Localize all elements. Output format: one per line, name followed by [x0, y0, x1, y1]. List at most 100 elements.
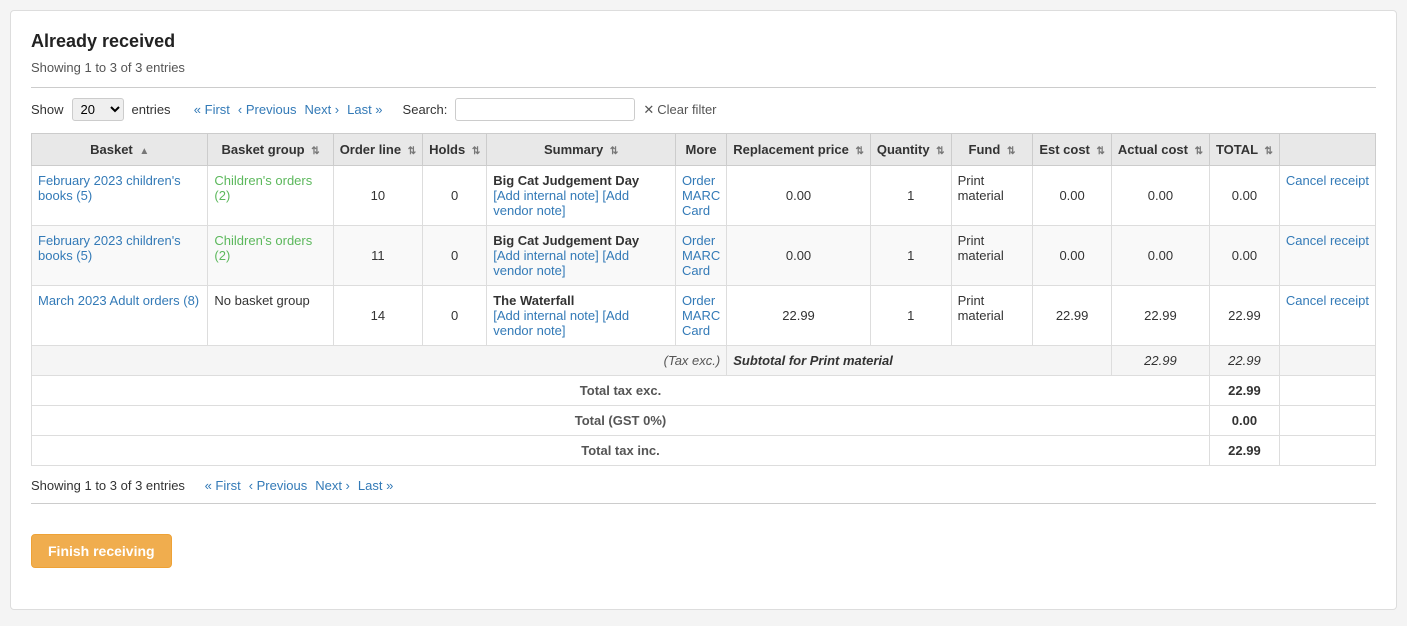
cell-basket: February 2023 children's books (5) — [32, 226, 208, 286]
cell-holds: 0 — [423, 286, 487, 346]
subtotal-label: Subtotal for Print material — [727, 346, 1112, 376]
col-replacement-price[interactable]: Replacement price ⇅ — [727, 134, 871, 166]
cell-actual-cost: 22.99 — [1111, 286, 1209, 346]
search-input[interactable] — [455, 98, 635, 121]
clear-filter-button[interactable]: ✕ Clear filter — [643, 102, 716, 118]
cell-est-cost: 0.00 — [1033, 166, 1112, 226]
cell-basket: March 2023 Adult orders (8) — [32, 286, 208, 346]
show-select[interactable]: 10 20 50 100 — [72, 98, 124, 121]
cell-replacement-price: 0.00 — [727, 166, 871, 226]
nav-first-top[interactable]: « First — [194, 102, 230, 117]
subtotal-est-cost: 22.99 — [1111, 346, 1209, 376]
col-fund[interactable]: Fund ⇅ — [951, 134, 1033, 166]
total-label: Total tax inc. — [32, 436, 1210, 466]
col-est-cost[interactable]: Est cost ⇅ — [1033, 134, 1112, 166]
col-total[interactable]: TOTAL ⇅ — [1209, 134, 1279, 166]
sort-icon-total: ⇅ — [1264, 146, 1272, 157]
cell-action: Cancel receipt — [1279, 166, 1375, 226]
nav-previous-bottom[interactable]: ‹ Previous — [249, 478, 308, 493]
x-icon: ✕ — [643, 102, 654, 118]
sort-icon-summary: ⇅ — [610, 146, 618, 157]
cell-basket: February 2023 children's books (5) — [32, 166, 208, 226]
basket-link[interactable]: February 2023 children's books (5) — [38, 173, 181, 203]
nav-next-top[interactable]: Next › — [304, 102, 339, 117]
basket-group-link[interactable]: Children's orders (2) — [214, 173, 312, 203]
more-card-link[interactable]: Card — [682, 263, 710, 278]
nav-last-top[interactable]: Last » — [347, 102, 382, 117]
nav-first-bottom[interactable]: « First — [205, 478, 241, 493]
cell-quantity: 1 — [870, 286, 951, 346]
cell-action: Cancel receipt — [1279, 286, 1375, 346]
cell-fund: Print material — [951, 226, 1033, 286]
total-value: 0.00 — [1209, 406, 1279, 436]
show-label: Show — [31, 102, 64, 117]
more-card-link[interactable]: Card — [682, 323, 710, 338]
table-row: February 2023 children's books (5) Childr… — [32, 226, 1376, 286]
cell-order-line: 10 — [333, 166, 422, 226]
cancel-receipt-link[interactable]: Cancel receipt — [1286, 293, 1369, 308]
cell-action: Cancel receipt — [1279, 226, 1375, 286]
cell-order-line: 14 — [333, 286, 422, 346]
more-marc-link[interactable]: MARC — [682, 308, 720, 323]
total-label: Total tax exc. — [32, 376, 1210, 406]
sort-icon-fund: ⇅ — [1007, 146, 1015, 157]
nav-previous-top[interactable]: ‹ Previous — [238, 102, 297, 117]
col-summary[interactable]: Summary ⇅ — [487, 134, 676, 166]
more-order-link[interactable]: Order — [682, 173, 715, 188]
add-internal-note-link[interactable]: [Add internal note] — [493, 248, 599, 263]
cell-replacement-price: 22.99 — [727, 286, 871, 346]
receipts-table: Basket ▲ Basket group ⇅ Order line ⇅ Hol… — [31, 133, 1376, 466]
cell-holds: 0 — [423, 166, 487, 226]
col-order-line[interactable]: Order line ⇅ — [333, 134, 422, 166]
nav-next-bottom[interactable]: Next › — [315, 478, 350, 493]
cell-actual-cost: 0.00 — [1111, 166, 1209, 226]
cell-summary: Big Cat Judgement Day [Add internal note… — [487, 226, 676, 286]
sort-icon-basket-group: ⇅ — [311, 146, 319, 157]
basket-link[interactable]: February 2023 children's books (5) — [38, 233, 181, 263]
cancel-receipt-link[interactable]: Cancel receipt — [1286, 173, 1369, 188]
sort-icon-basket: ▲ — [139, 146, 149, 157]
cell-est-cost: 22.99 — [1033, 286, 1112, 346]
more-card-link[interactable]: Card — [682, 203, 710, 218]
cell-basket-group: No basket group — [208, 286, 333, 346]
bottom-divider — [31, 503, 1376, 504]
more-order-link[interactable]: Order — [682, 293, 715, 308]
cell-quantity: 1 — [870, 166, 951, 226]
page-title: Already received — [31, 31, 1376, 52]
cell-more: Order MARC Card — [675, 226, 726, 286]
add-internal-note-link[interactable]: [Add internal note] — [493, 188, 599, 203]
cell-more: Order MARC Card — [675, 166, 726, 226]
table-row: February 2023 children's books (5) Childr… — [32, 166, 1376, 226]
top-divider — [31, 87, 1376, 88]
cell-more: Order MARC Card — [675, 286, 726, 346]
showing-info-bottom: Showing 1 to 3 of 3 entries — [31, 478, 185, 493]
col-quantity[interactable]: Quantity ⇅ — [870, 134, 951, 166]
entries-label: entries — [132, 102, 171, 117]
sort-icon-actual-cost: ⇅ — [1195, 146, 1203, 157]
basket-link[interactable]: March 2023 Adult orders (8) — [38, 293, 199, 308]
col-basket-group[interactable]: Basket group ⇅ — [208, 134, 333, 166]
cell-basket-group: Children's orders (2) — [208, 226, 333, 286]
cell-total: 0.00 — [1209, 226, 1279, 286]
finish-receiving-button[interactable]: Finish receiving — [31, 534, 172, 568]
cell-total: 22.99 — [1209, 286, 1279, 346]
cell-order-line: 11 — [333, 226, 422, 286]
summary-title: Big Cat Judgement Day — [493, 233, 639, 248]
more-marc-link[interactable]: MARC — [682, 188, 720, 203]
add-internal-note-link[interactable]: [Add internal note] — [493, 308, 599, 323]
col-basket[interactable]: Basket ▲ — [32, 134, 208, 166]
col-holds[interactable]: Holds ⇅ — [423, 134, 487, 166]
cell-summary: The Waterfall [Add internal note] [Add v… — [487, 286, 676, 346]
subtotal-row: (Tax exc.) Subtotal for Print material 2… — [32, 346, 1376, 376]
basket-group-link[interactable]: Children's orders (2) — [214, 233, 312, 263]
sort-icon-rep-price: ⇅ — [855, 146, 863, 157]
more-marc-link[interactable]: MARC — [682, 248, 720, 263]
more-order-link[interactable]: Order — [682, 233, 715, 248]
cell-fund: Print material — [951, 286, 1033, 346]
nav-last-bottom[interactable]: Last » — [358, 478, 393, 493]
col-actual-cost[interactable]: Actual cost ⇅ — [1111, 134, 1209, 166]
cell-summary: Big Cat Judgement Day [Add internal note… — [487, 166, 676, 226]
sort-icon-est-cost: ⇅ — [1097, 146, 1105, 157]
cell-est-cost: 0.00 — [1033, 226, 1112, 286]
cancel-receipt-link[interactable]: Cancel receipt — [1286, 233, 1369, 248]
